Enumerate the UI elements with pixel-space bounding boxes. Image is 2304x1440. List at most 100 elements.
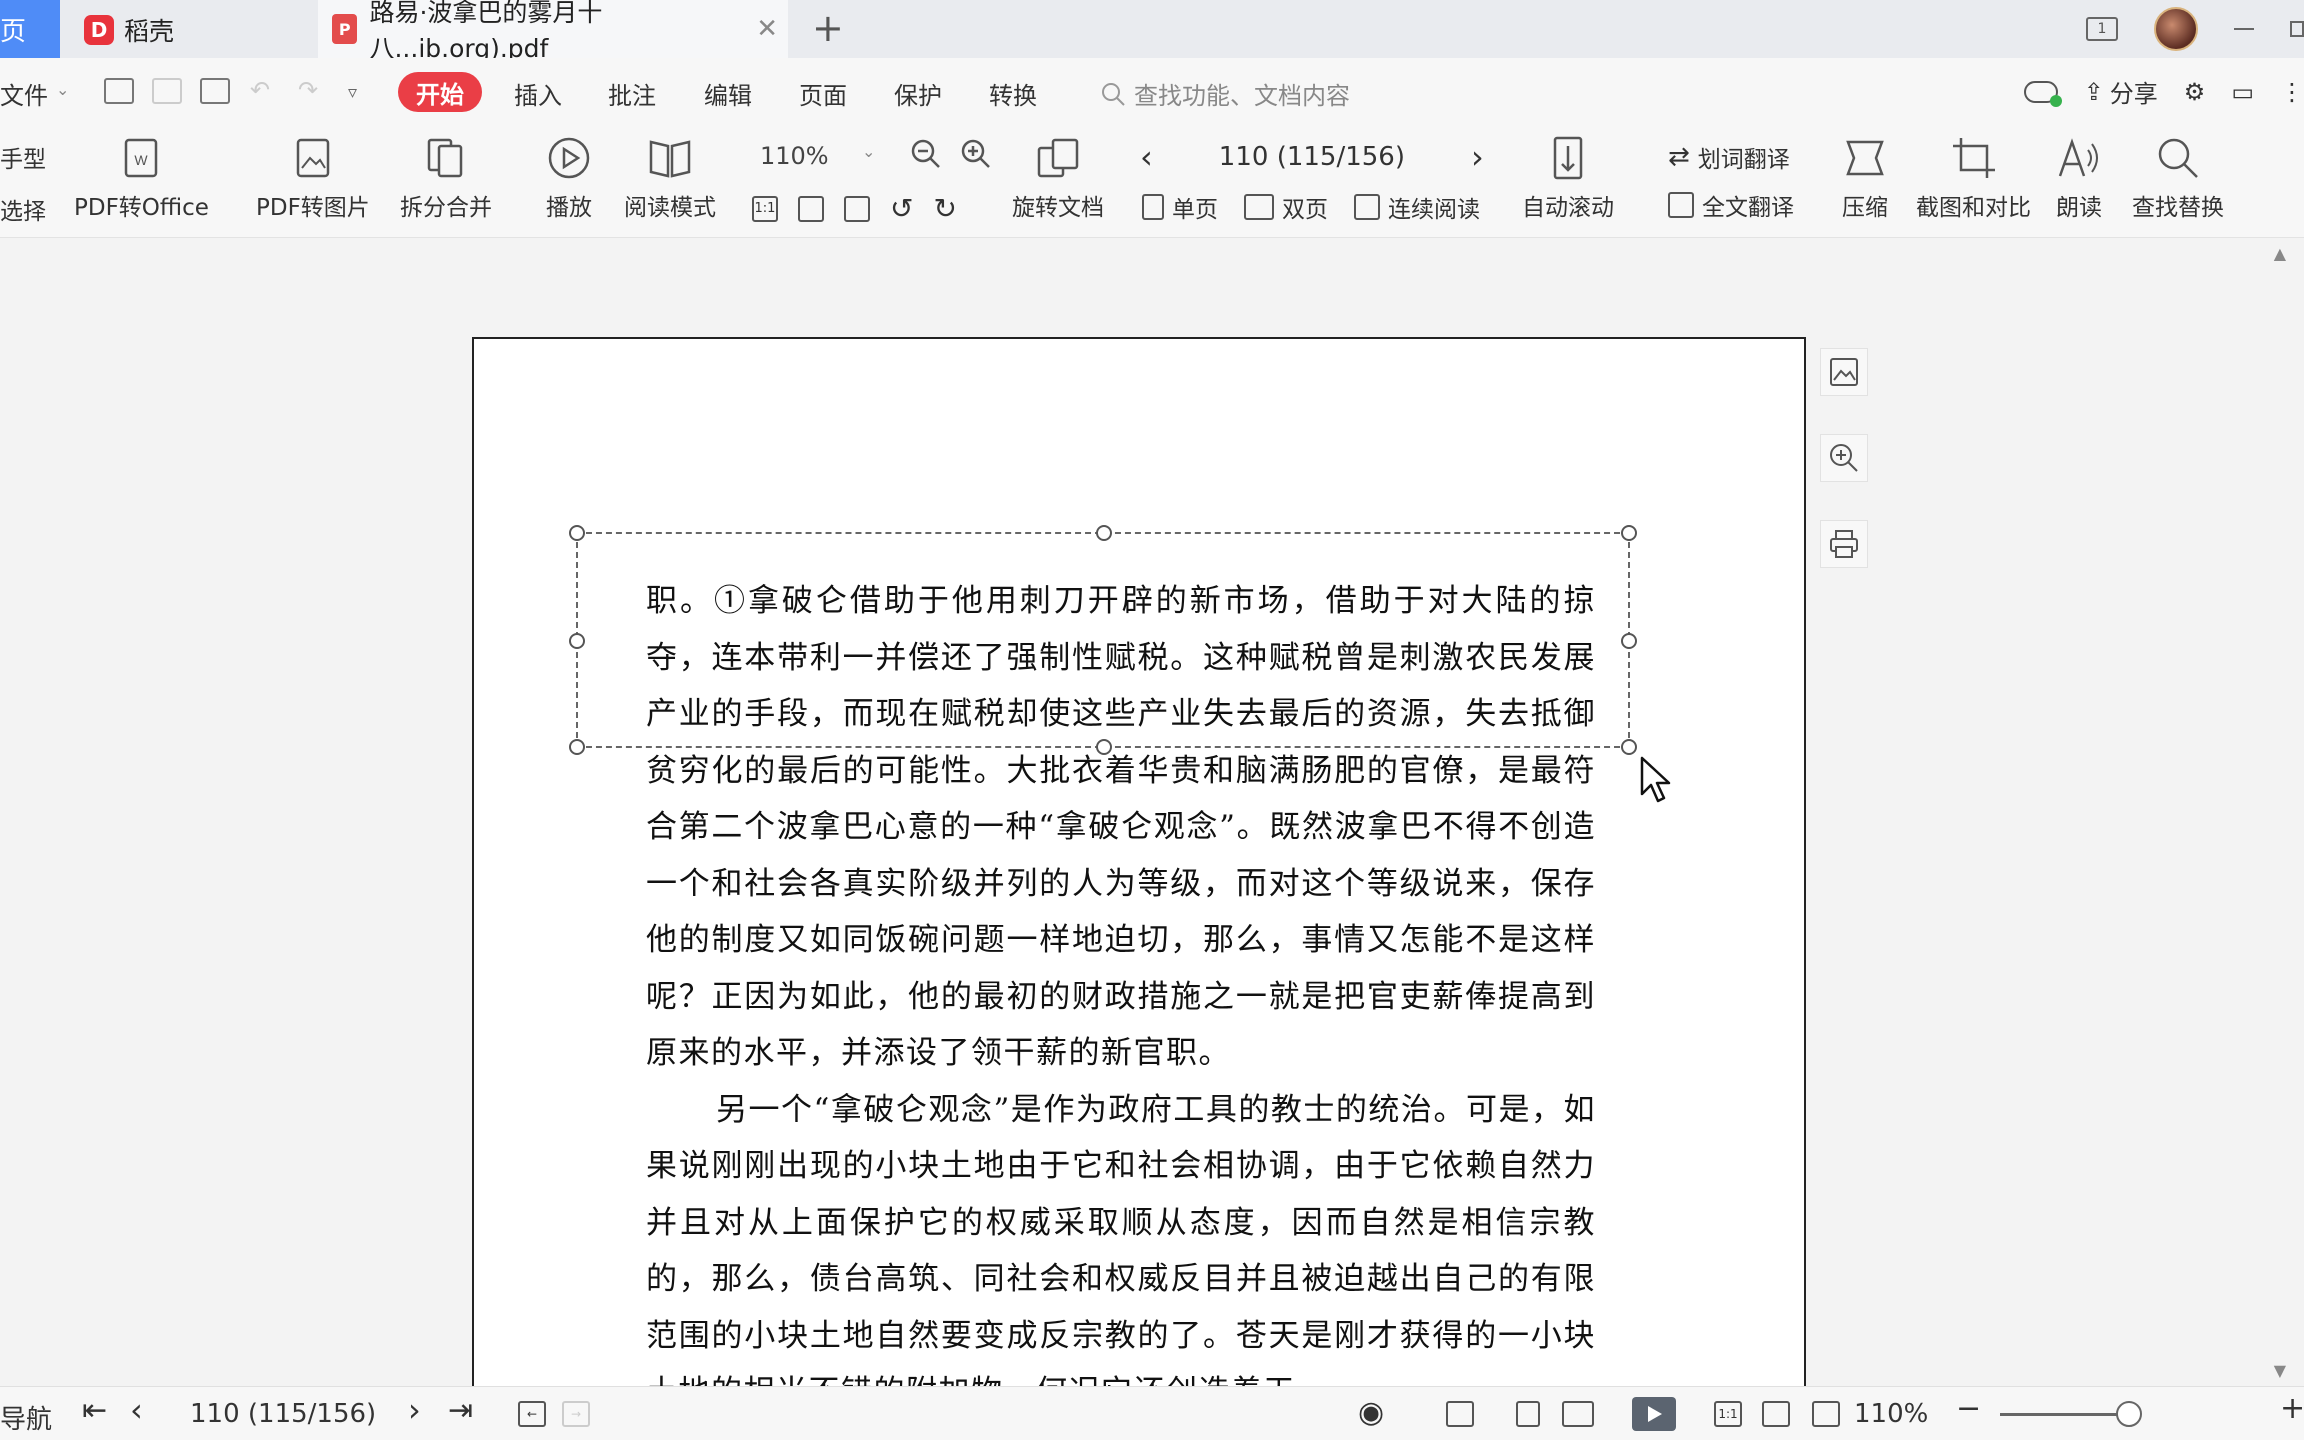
- navigation-toggle[interactable]: 导航: [0, 1399, 52, 1436]
- full-translate-button[interactable]: 全文翻译: [1668, 188, 1794, 222]
- zoom-out-icon[interactable]: −: [1956, 1391, 1981, 1426]
- tab-page[interactable]: 页面: [799, 76, 847, 111]
- fit-page-icon[interactable]: [1762, 1401, 1790, 1427]
- resize-handle[interactable]: [569, 525, 585, 541]
- resize-handle[interactable]: [1621, 633, 1637, 649]
- play-button[interactable]: [1632, 1397, 1676, 1431]
- word-translate-button[interactable]: ⇄ 划词翻译: [1668, 140, 1790, 174]
- tab-insert[interactable]: 插入: [514, 76, 562, 111]
- forward-icon[interactable]: →: [562, 1401, 590, 1427]
- fit-page-icon[interactable]: [798, 195, 824, 222]
- resize-handle[interactable]: [569, 633, 585, 649]
- save-icon[interactable]: [152, 78, 182, 104]
- zoom-tool-button[interactable]: [1820, 434, 1868, 482]
- page-body-text: 职。①拿破仑借助于他用刺刀开辟的新市场，借助于对大陆的掠夺，连本带利一并偿还了强…: [646, 573, 1596, 1386]
- rotate-document-button[interactable]: 旋转文档: [1012, 136, 1104, 222]
- compress-button[interactable]: 压缩: [1842, 136, 1888, 222]
- open-folder-icon[interactable]: [104, 78, 134, 104]
- single-page-button[interactable]: 单页: [1142, 190, 1218, 224]
- close-tab-icon[interactable]: ✕: [756, 14, 778, 44]
- tab-convert[interactable]: 转换: [989, 76, 1037, 111]
- fit-width-icon[interactable]: [844, 195, 870, 222]
- page-indicator-status[interactable]: 110 (115/156): [190, 1399, 376, 1429]
- actual-size-icon[interactable]: 1:1: [1714, 1401, 1742, 1427]
- zoom-out-icon[interactable]: [910, 138, 942, 170]
- resize-handle[interactable]: [569, 739, 585, 755]
- zoom-select[interactable]: 110%: [760, 142, 829, 170]
- comment-icon[interactable]: ▭: [2231, 78, 2254, 106]
- zoom-slider[interactable]: [2000, 1413, 2130, 1416]
- minimize-icon[interactable]: [2234, 28, 2254, 30]
- double-page-icon[interactable]: [1562, 1401, 1594, 1427]
- print-icon[interactable]: [200, 78, 230, 104]
- print-tool-button[interactable]: [1820, 520, 1868, 568]
- rotate-right-icon[interactable]: ↻: [933, 192, 956, 225]
- tab-edit[interactable]: 编辑: [704, 76, 752, 111]
- split-merge-button[interactable]: 拆分合并: [400, 136, 492, 222]
- resize-handle[interactable]: [1096, 525, 1112, 541]
- tab-protect[interactable]: 保护: [894, 76, 942, 111]
- find-replace-button[interactable]: 查找替换: [2132, 136, 2224, 222]
- maximize-icon[interactable]: [2290, 21, 2304, 37]
- tab-start[interactable]: 开始: [398, 72, 482, 112]
- back-icon[interactable]: ←: [518, 1401, 546, 1427]
- next-page-icon[interactable]: ›: [1471, 138, 1484, 176]
- eye-protection-icon[interactable]: ◉: [1358, 1395, 1384, 1430]
- prev-page-icon[interactable]: ‹: [1140, 138, 1153, 176]
- first-page-icon[interactable]: ⇤: [82, 1393, 107, 1428]
- last-page-icon[interactable]: ⇥: [448, 1393, 473, 1428]
- image-tool-button[interactable]: [1820, 348, 1868, 396]
- menu-file[interactable]: 文件: [0, 76, 48, 111]
- read-mode-button[interactable]: 阅读模式: [624, 136, 716, 222]
- double-page-label: 双页: [1282, 197, 1328, 223]
- next-page-icon[interactable]: ›: [408, 1391, 421, 1429]
- avatar[interactable]: [2154, 7, 2198, 51]
- fit-width-icon[interactable]: [1812, 1401, 1840, 1427]
- zoom-select[interactable]: 110%: [1854, 1399, 1928, 1429]
- tab-home-label: 页: [0, 16, 27, 47]
- continuous-read-button[interactable]: 连续阅读: [1354, 190, 1480, 224]
- auto-scroll-button[interactable]: 自动滚动: [1522, 136, 1614, 222]
- customize-toolbar-icon[interactable]: ▿: [348, 82, 357, 103]
- svg-text:W: W: [135, 152, 149, 168]
- tab-home[interactable]: 页: [0, 0, 60, 58]
- single-page-icon[interactable]: [1516, 1401, 1540, 1427]
- play-button[interactable]: 播放: [546, 136, 592, 222]
- undo-icon[interactable]: ↶: [250, 76, 270, 104]
- actual-size-icon[interactable]: 1:1: [752, 195, 778, 222]
- select-tool-button[interactable]: 选择: [0, 192, 46, 226]
- resize-handle[interactable]: [1621, 525, 1637, 541]
- chevron-down-icon[interactable]: ⌄: [56, 80, 69, 99]
- scroll-down-icon[interactable]: ▼: [2274, 1361, 2286, 1380]
- double-page-button[interactable]: 双页: [1244, 190, 1328, 224]
- zoom-in-icon[interactable]: +: [2280, 1391, 2304, 1426]
- tab-annotate[interactable]: 批注: [608, 76, 656, 111]
- page-layout-options: 单页 双页 连续阅读: [1142, 190, 1480, 224]
- share-button[interactable]: ⇪ 分享: [2084, 74, 2158, 109]
- hand-tool-button[interactable]: 手型: [0, 140, 46, 174]
- page-count-icon[interactable]: 1: [2086, 17, 2118, 41]
- document-viewport[interactable]: ▲ 职。①拿破仑借助于他用刺刀开辟的新市场，借助于对大陆的掠夺，连本带利一并偿还…: [0, 238, 2304, 1386]
- scroll-up-icon[interactable]: ▲: [2274, 244, 2286, 263]
- cloud-sync-icon[interactable]: [2023, 80, 2062, 107]
- zoom-in-icon[interactable]: [960, 138, 992, 170]
- tab-document[interactable]: P 路易·波拿巴的雾月十八...ib.org).pdf ✕: [318, 0, 788, 63]
- rotate-left-icon[interactable]: ↺: [890, 192, 913, 225]
- chevron-down-icon[interactable]: ⌄: [862, 142, 875, 161]
- read-aloud-button[interactable]: 朗读: [2056, 136, 2102, 222]
- search-input[interactable]: 查找功能、文档内容: [1100, 76, 1350, 111]
- redo-icon[interactable]: ↷: [298, 76, 318, 104]
- pdf-to-office-button[interactable]: W PDF转Office: [74, 136, 209, 222]
- image-icon: [1830, 358, 1858, 386]
- zoom-slider-handle[interactable]: [2116, 1401, 2142, 1427]
- resize-handle[interactable]: [1621, 739, 1637, 755]
- screenshot-compare-button[interactable]: 截图和对比: [1916, 136, 2031, 222]
- new-tab-button[interactable]: +: [812, 8, 844, 48]
- more-icon[interactable]: ⋮: [2280, 78, 2304, 106]
- pdf-to-image-button[interactable]: PDF转图片: [256, 136, 370, 222]
- page-indicator-input[interactable]: 110 (115/156): [1219, 142, 1405, 172]
- settings-icon[interactable]: ⚙: [2184, 78, 2206, 106]
- continuous-read-icon[interactable]: [1446, 1401, 1474, 1427]
- tab-daoke[interactable]: D 稻壳: [84, 10, 174, 50]
- prev-page-icon[interactable]: ‹: [130, 1391, 143, 1429]
